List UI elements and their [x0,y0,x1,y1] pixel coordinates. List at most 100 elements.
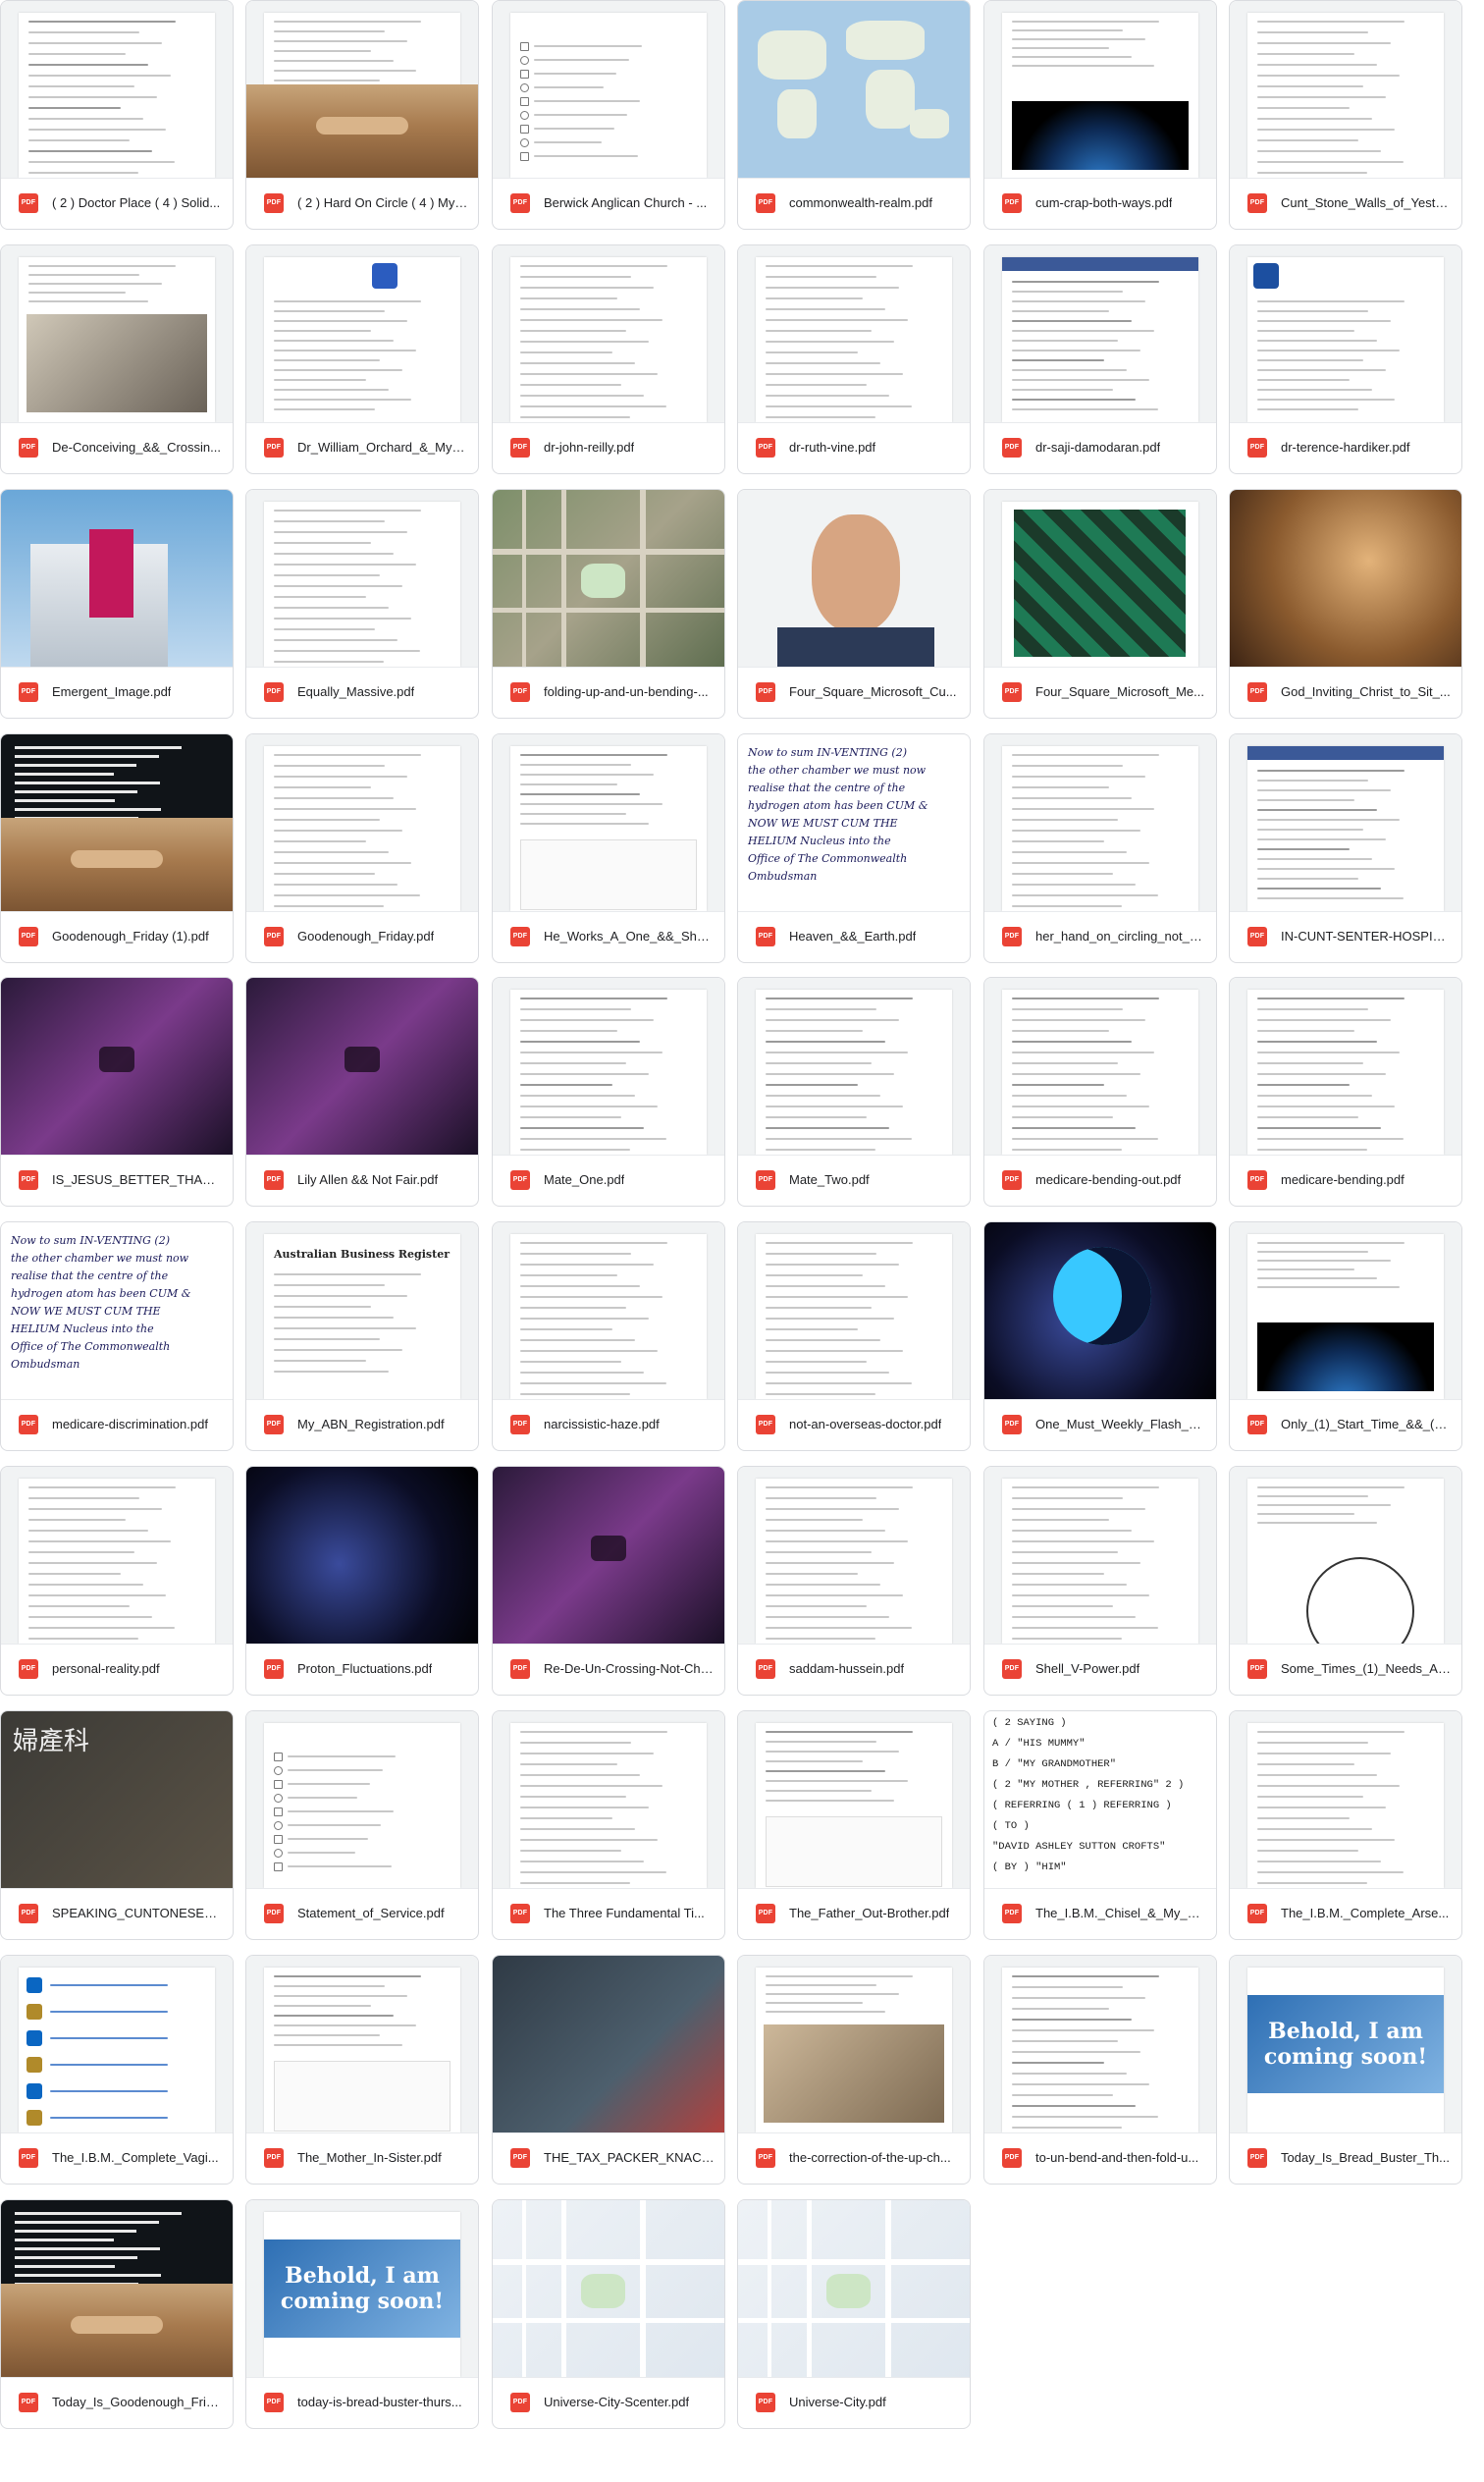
file-card[interactable]: PDF Berwick Anglican Church - ... [492,0,725,230]
file-card[interactable]: Behold, I am coming soon! PDF today-is-bre… [245,2199,479,2429]
file-name[interactable]: Mate_Two.pdf [789,1172,870,1187]
file-card[interactable]: ( 2 SAYING ) A / "HIS MUMMY" B / "MY GRAND… [983,1710,1217,1940]
file-thumbnail[interactable] [984,1222,1216,1400]
file-name[interactable]: Universe-City-Scenter.pdf [544,2395,689,2409]
file-name[interactable]: cum-crap-both-ways.pdf [1035,195,1172,210]
file-footer[interactable]: PDF saddam-hussein.pdf [738,1643,970,1695]
file-footer[interactable]: PDF The_Father_Out-Brother.pdf [738,1887,970,1939]
file-name[interactable]: My_ABN_Registration.pdf [297,1417,445,1431]
file-footer[interactable]: PDF The_Mother_In-Sister.pdf [246,2131,478,2184]
file-footer[interactable]: PDF dr-ruth-vine.pdf [738,421,970,473]
file-footer[interactable]: PDF Only_(1)_Start_Time_&&_(2... [1230,1398,1461,1450]
file-thumbnail[interactable] [738,490,970,668]
file-card[interactable]: PDF Mate_One.pdf [492,977,725,1207]
file-card[interactable]: PDF Statement_of_Service.pdf [245,1710,479,1940]
file-thumbnail[interactable] [1230,1467,1461,1645]
file-footer[interactable]: PDF The_I.B.M._Chisel_&_My_Si... [984,1887,1216,1939]
file-thumbnail[interactable] [1,2200,233,2378]
file-thumbnail[interactable] [246,978,478,1156]
file-name[interactable]: narcissistic-haze.pdf [544,1417,660,1431]
file-footer[interactable]: PDF Equally_Massive.pdf [246,666,478,718]
file-thumbnail[interactable] [246,734,478,912]
file-thumbnail[interactable] [738,2200,970,2378]
file-footer[interactable]: PDF ( 2 ) Doctor Place ( 4 ) Solid... [1,177,233,229]
file-card[interactable]: Now to sum IN-VENTING (2) the other chamb… [737,733,971,963]
file-card[interactable]: PDF Mate_Two.pdf [737,977,971,1207]
file-card[interactable]: PDF Goodenough_Friday (1).pdf [0,733,234,963]
file-name[interactable]: De-Conceiving_&&_Crossin... [52,440,221,455]
file-name[interactable]: The_Mother_In-Sister.pdf [297,2150,442,2165]
file-name[interactable]: Re-De-Un-Crossing-Not-Chr... [544,1661,715,1676]
file-footer[interactable]: PDF He_Works_A_One_&&_She_... [493,910,724,962]
file-card[interactable]: PDF personal-reality.pdf [0,1466,234,1696]
file-card[interactable]: PDF Re-De-Un-Crossing-Not-Chr... [492,1466,725,1696]
file-card[interactable]: PDF The_Father_Out-Brother.pdf [737,1710,971,1940]
file-name[interactable]: Cunt_Stone_Walls_of_Yeste... [1281,195,1452,210]
file-footer[interactable]: PDF Cunt_Stone_Walls_of_Yeste... [1230,177,1461,229]
file-name[interactable]: Four_Square_Microsoft_Cu... [789,684,957,699]
file-thumbnail[interactable] [246,1,478,179]
file-card[interactable]: PDF God_Inviting_Christ_to_Sit_... [1229,489,1462,719]
file-thumbnail[interactable]: Behold, I am coming soon! [1230,1956,1461,2133]
file-name[interactable]: ( 2 ) Doctor Place ( 4 ) Solid... [52,195,220,210]
file-name[interactable]: The_I.B.M._Complete_Vagi... [52,2150,219,2165]
file-thumbnail[interactable] [493,2200,724,2378]
file-name[interactable]: commonwealth-realm.pdf [789,195,932,210]
file-name[interactable]: The Three Fundamental Ti... [544,1906,705,1920]
file-card[interactable]: Behold, I am coming soon! PDF Today_Is_Bre… [1229,1955,1462,2185]
file-card[interactable]: PDF He_Works_A_One_&&_She_... [492,733,725,963]
file-card[interactable]: PDF Emergent_Image.pdf [0,489,234,719]
file-thumbnail[interactable] [984,978,1216,1156]
file-thumbnail[interactable] [738,1711,970,1889]
file-footer[interactable]: PDF God_Inviting_Christ_to_Sit_... [1230,666,1461,718]
file-thumbnail[interactable]: Now to sum IN-VENTING (2) the other chamb… [738,734,970,912]
file-name[interactable]: Shell_V-Power.pdf [1035,1661,1140,1676]
file-name[interactable]: the-correction-of-the-up-ch... [789,2150,951,2165]
file-thumbnail[interactable] [984,1467,1216,1645]
file-thumbnail[interactable] [1230,1,1461,179]
file-name[interactable]: Today_Is_Bread_Buster_Th... [1281,2150,1450,2165]
file-footer[interactable]: PDF commonwealth-realm.pdf [738,177,970,229]
file-card[interactable]: PDF Proton_Fluctuations.pdf [245,1466,479,1696]
file-footer[interactable]: PDF folding-up-and-un-bending-... [493,666,724,718]
file-card[interactable]: PDF Four_Square_Microsoft_Me... [983,489,1217,719]
file-name[interactable]: Statement_of_Service.pdf [297,1906,445,1920]
file-thumbnail[interactable] [493,490,724,668]
file-footer[interactable]: PDF Some_Times_(1)_Needs_A_... [1230,1643,1461,1695]
file-card[interactable]: PDF The Three Fundamental Ti... [492,1710,725,1940]
file-card[interactable]: PDF Universe-City-Scenter.pdf [492,2199,725,2429]
file-name[interactable]: IN-CUNT-SENTER-HOSPITA... [1281,929,1452,944]
file-footer[interactable]: PDF Today_Is_Goodenough_Frid... [1,2376,233,2428]
file-name[interactable]: One_Must_Weekly_Flash_M... [1035,1417,1206,1431]
file-footer[interactable]: PDF De-Conceiving_&&_Crossin... [1,421,233,473]
file-footer[interactable]: PDF Heaven_&&_Earth.pdf [738,910,970,962]
file-footer[interactable]: PDF Re-De-Un-Crossing-Not-Chr... [493,1643,724,1695]
file-card[interactable]: PDF medicare-bending-out.pdf [983,977,1217,1207]
file-footer[interactable]: PDF My_ABN_Registration.pdf [246,1398,478,1450]
file-footer[interactable]: PDF Mate_One.pdf [493,1154,724,1206]
file-name[interactable]: Mate_One.pdf [544,1172,624,1187]
file-name[interactable]: The_I.B.M._Chisel_&_My_Si... [1035,1906,1206,1920]
file-card[interactable]: PDF Goodenough_Friday.pdf [245,733,479,963]
file-thumbnail[interactable] [1230,490,1461,668]
file-card[interactable]: PDF Lily Allen && Not Fair.pdf [245,977,479,1207]
file-name[interactable]: Proton_Fluctuations.pdf [297,1661,432,1676]
file-card[interactable]: PDF not-an-overseas-doctor.pdf [737,1221,971,1451]
file-card[interactable]: PDF Four_Square_Microsoft_Cu... [737,489,971,719]
file-card[interactable]: PDF Dr_William_Orchard_&_My_... [245,244,479,474]
file-footer[interactable]: PDF medicare-bending.pdf [1230,1154,1461,1206]
file-name[interactable]: to-un-bend-and-then-fold-u... [1035,2150,1198,2165]
file-card[interactable]: PDF to-un-bend-and-then-fold-u... [983,1955,1217,2185]
file-card[interactable]: Now to sum IN-VENTING (2) the other chamb… [0,1221,234,1451]
file-card[interactable]: PDF The_I.B.M._Complete_Vagi... [0,1955,234,2185]
file-thumbnail[interactable] [493,1,724,179]
file-footer[interactable]: PDF Emergent_Image.pdf [1,666,233,718]
file-footer[interactable]: PDF The_I.B.M._Complete_Arse... [1230,1887,1461,1939]
file-footer[interactable]: PDF dr-john-reilly.pdf [493,421,724,473]
file-thumbnail[interactable] [738,1956,970,2133]
file-thumbnail[interactable] [984,734,1216,912]
file-thumbnail[interactable]: Behold, I am coming soon! [246,2200,478,2378]
file-footer[interactable]: PDF SPEAKING_CUNTONESE_I... [1,1887,233,1939]
file-footer[interactable]: PDF One_Must_Weekly_Flash_M... [984,1398,1216,1450]
file-card[interactable]: PDF her_hand_on_circling_not_b... [983,733,1217,963]
